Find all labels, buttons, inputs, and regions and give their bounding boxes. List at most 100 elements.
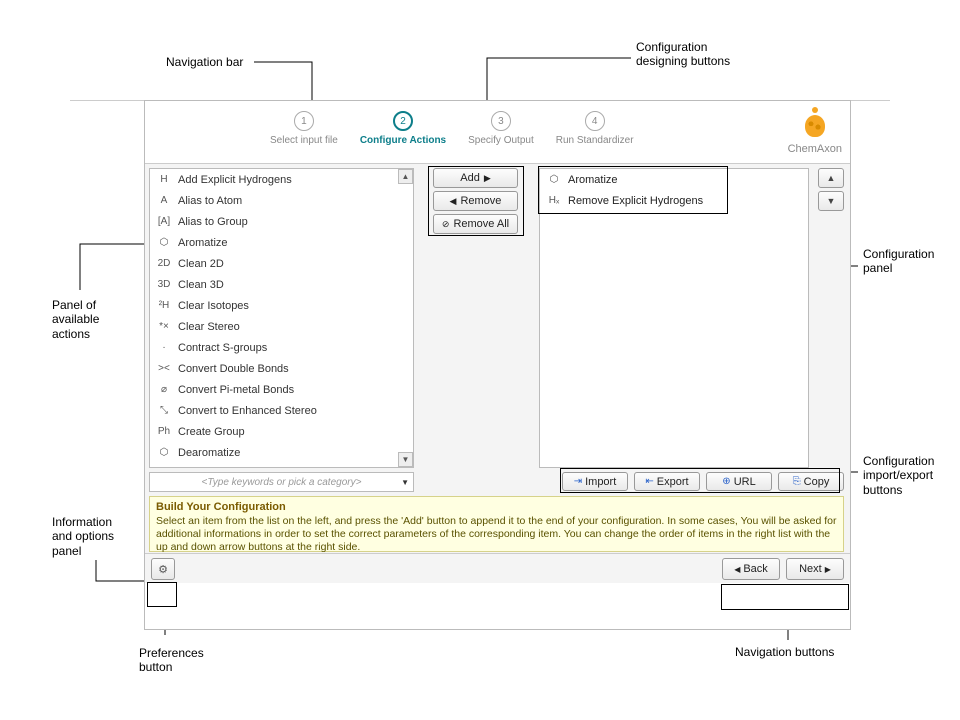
configuration-panel: ⬡ Aromatize Hₓ Remove Explicit Hydrogens (539, 168, 809, 468)
prohibit-icon: ⊘ (442, 219, 450, 230)
import-button[interactable]: ⇥ Import (562, 472, 628, 491)
filter-placeholder: <Type keywords or pick a category> (202, 477, 362, 488)
config-item[interactable]: ⬡ Aromatize (540, 169, 808, 190)
copy-button[interactable]: ⎘ Copy (778, 472, 844, 491)
action-icon: ⌀ (156, 384, 172, 395)
action-item[interactable]: 2D Clean 2D (150, 253, 413, 274)
config-item-icon: ⬡ (546, 174, 562, 185)
action-item[interactable]: ·Contract S-groups (150, 337, 413, 358)
action-item[interactable]: A Alias to Atom (150, 190, 413, 211)
main-area: H Add Explicit Hydrogens A Alias to Atom [A]… (145, 163, 850, 553)
action-label: Contract S-groups (178, 342, 267, 354)
callout-info-panel: Informationand optionspanel (52, 515, 114, 558)
url-icon: ⊕ (722, 476, 730, 487)
callout-config-io: Configurationimport/exportbuttons (863, 454, 934, 497)
config-item[interactable]: Hₓ Remove Explicit Hydrogens (540, 190, 808, 211)
step-4-number: 4 (585, 111, 605, 131)
remove-all-button-label: Remove All (453, 218, 509, 230)
config-item-icon: Hₓ (546, 195, 562, 206)
chevron-down-icon[interactable]: ▼ (401, 478, 409, 487)
step-2-number: 2 (393, 111, 413, 131)
arrow-right-icon: ▶ (484, 173, 491, 184)
bottom-bar: ⚙ ◀ Back Next ▶ (145, 553, 850, 583)
filter-input[interactable]: <Type keywords or pick a category> ▼ (149, 472, 414, 492)
remove-all-button[interactable]: ⊘ Remove All (433, 214, 518, 234)
action-icon: H (156, 174, 172, 185)
action-label: Create Group (178, 426, 245, 438)
step-1-number: 1 (294, 111, 314, 131)
step-1-label: Select input file (270, 135, 338, 146)
action-item[interactable]: Ph Create Group (150, 421, 413, 442)
preferences-button[interactable]: ⚙ (151, 558, 175, 580)
action-icon: [A] (156, 216, 172, 227)
remove-button[interactable]: ◀ Remove (433, 191, 518, 211)
action-icon: A (156, 195, 172, 206)
chemaxon-logo-icon (801, 107, 829, 141)
action-icon: *× (156, 321, 172, 332)
action-item[interactable]: H Add Explicit Hydrogens (150, 169, 413, 190)
remove-button-label: Remove (460, 195, 501, 207)
back-button-label: Back (743, 563, 767, 575)
action-label: Alias to Atom (178, 195, 242, 207)
arrow-right-icon: ▶ (825, 565, 831, 574)
action-item[interactable]: ⬡ Aromatize (150, 232, 413, 253)
action-item[interactable]: ⬡Dearomatize (150, 442, 413, 463)
action-label: Convert Double Bonds (178, 363, 289, 375)
action-icon: ⬡ (156, 447, 172, 458)
action-icon: ²H (156, 300, 172, 311)
action-item[interactable]: >< Convert Double Bonds (150, 358, 413, 379)
arrow-left-icon: ◀ (734, 565, 740, 574)
action-label: Clear Isotopes (178, 300, 249, 312)
scroll-down-icon[interactable]: ▼ (398, 452, 413, 467)
action-item[interactable]: 3D Clean 3D (150, 274, 413, 295)
export-button[interactable]: ⇤ Export (634, 472, 700, 491)
next-button-label: Next (799, 563, 822, 575)
action-icon: 2D (156, 258, 172, 269)
action-icon: 3D (156, 279, 172, 290)
callout-pref-button: Preferencesbutton (139, 646, 204, 675)
action-item[interactable]: ⌀ Convert Pi-metal Bonds (150, 379, 413, 400)
callout-config-design: Configurationdesigning buttons (636, 40, 730, 69)
back-button[interactable]: ◀ Back (722, 558, 780, 580)
action-label: Clean 3D (178, 279, 224, 291)
step-1[interactable]: 1 Select input file (270, 111, 338, 163)
move-up-button[interactable]: ▲ (818, 168, 844, 188)
step-2[interactable]: 2 Configure Actions (360, 111, 446, 163)
import-icon: ⇥ (574, 476, 582, 487)
config-item-label: Aromatize (568, 174, 618, 186)
action-label: Convert to Enhanced Stereo (178, 405, 317, 417)
config-item-label: Remove Explicit Hydrogens (568, 195, 703, 207)
action-label: Convert Pi-metal Bonds (178, 384, 294, 396)
action-item[interactable]: ²H Clear Isotopes (150, 295, 413, 316)
action-icon: ⤡ (156, 405, 172, 416)
next-button[interactable]: Next ▶ (786, 558, 844, 580)
export-icon: ⇤ (645, 476, 653, 487)
action-icon: >< (156, 363, 172, 374)
action-item[interactable]: [A] Alias to Group (150, 211, 413, 232)
action-icon: ⬡ (156, 237, 172, 248)
url-button-label: URL (734, 476, 756, 488)
action-icon: Ph (156, 426, 172, 437)
step-3[interactable]: 3 Specify Output (468, 111, 534, 163)
action-item[interactable]: *×Clear Stereo (150, 316, 413, 337)
standardizer-wizard: 1 Select input file 2 Configure Actions … (144, 100, 851, 630)
step-3-number: 3 (491, 111, 511, 131)
callout-available-actions: Panel ofavailableactions (52, 298, 99, 341)
export-button-label: Export (657, 476, 689, 488)
url-button[interactable]: ⊕ URL (706, 472, 772, 491)
chemaxon-logo-text: ChemAxon (788, 143, 842, 155)
scroll-up-icon[interactable]: ▲ (398, 169, 413, 184)
move-down-button[interactable]: ▼ (818, 191, 844, 211)
add-button[interactable]: Add ▶ (433, 168, 518, 188)
step-4-label: Run Standardizer (556, 135, 634, 146)
copy-icon: ⎘ (793, 476, 801, 487)
import-button-label: Import (585, 476, 616, 488)
action-label: Clean 2D (178, 258, 224, 270)
action-label: Alias to Group (178, 216, 248, 228)
action-label: Aromatize (178, 237, 228, 249)
action-item[interactable]: ⤡ Convert to Enhanced Stereo (150, 400, 413, 421)
action-label: Add Explicit Hydrogens (178, 174, 292, 186)
add-button-label: Add (460, 172, 480, 184)
step-4[interactable]: 4 Run Standardizer (556, 111, 634, 163)
step-bar: 1 Select input file 2 Configure Actions … (145, 101, 850, 163)
